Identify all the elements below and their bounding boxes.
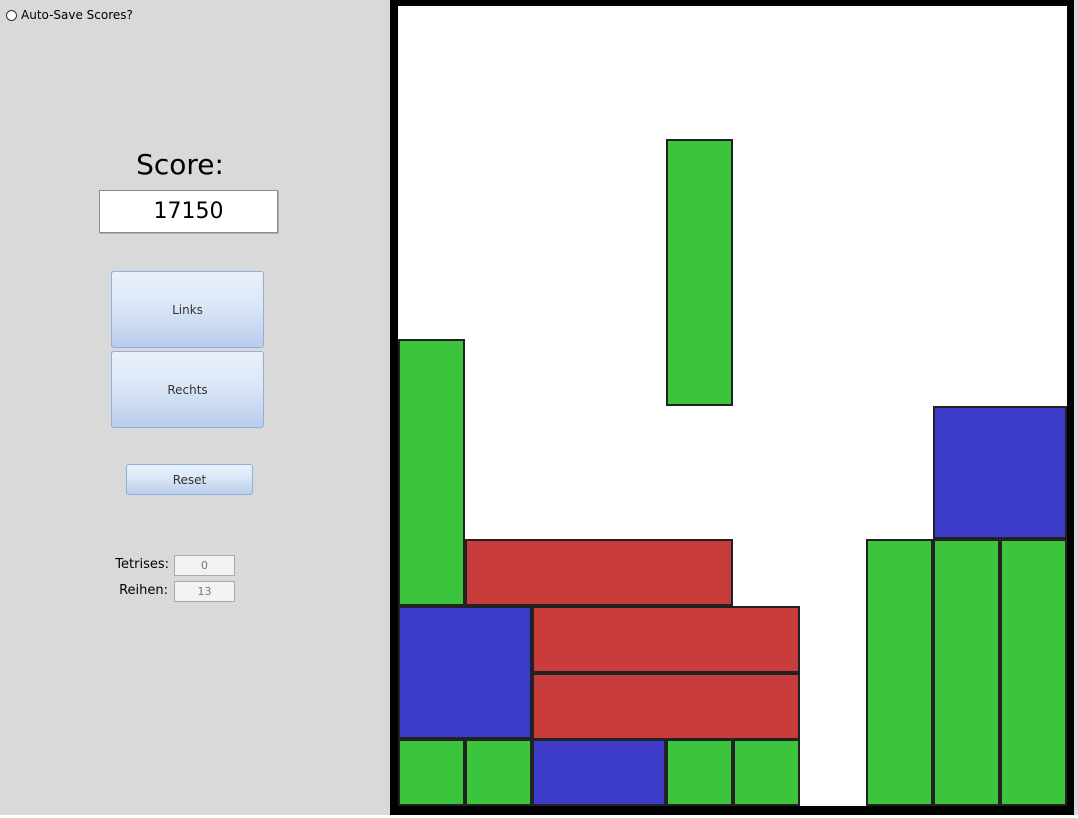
- cell-green-bottom-4: [666, 739, 733, 806]
- rows-label: Reihen:: [119, 583, 168, 598]
- score-label: Score:: [136, 148, 224, 181]
- tetris-window: Auto-Save Scores? Score: 17150 Links Rec…: [0, 0, 1078, 818]
- autosave-option[interactable]: Auto-Save Scores?: [6, 8, 133, 22]
- score-display: 17150: [99, 190, 278, 233]
- piece-green-right-col7: [866, 539, 933, 806]
- game-board: [398, 6, 1067, 806]
- move-right-button[interactable]: Rechts: [111, 351, 264, 428]
- piece-red-low: [532, 673, 800, 740]
- cell-green-bottom-5: [733, 739, 800, 806]
- piece-blue-right: [933, 406, 1067, 539]
- rows-field: 13: [174, 581, 235, 602]
- autosave-radio[interactable]: [6, 9, 17, 21]
- piece-green-right-col9: [1000, 539, 1067, 806]
- cell-green-bottom-0: [398, 739, 465, 806]
- autosave-label: Auto-Save Scores?: [21, 8, 133, 22]
- piece-green-right-col8: [933, 539, 1000, 806]
- reset-button[interactable]: Reset: [126, 464, 253, 495]
- piece-red-top: [465, 539, 733, 606]
- falling-piece-green: [666, 139, 733, 406]
- piece-blue-left: [398, 606, 532, 739]
- piece-blue-bottom: [532, 739, 666, 806]
- tetrises-label: Tetrises:: [115, 557, 169, 572]
- move-left-button[interactable]: Links: [111, 271, 264, 348]
- cell-green-bottom-1: [465, 739, 532, 806]
- piece-green-left-tall: [398, 339, 465, 606]
- piece-red-mid: [532, 606, 800, 673]
- tetrises-field: 0: [174, 555, 235, 576]
